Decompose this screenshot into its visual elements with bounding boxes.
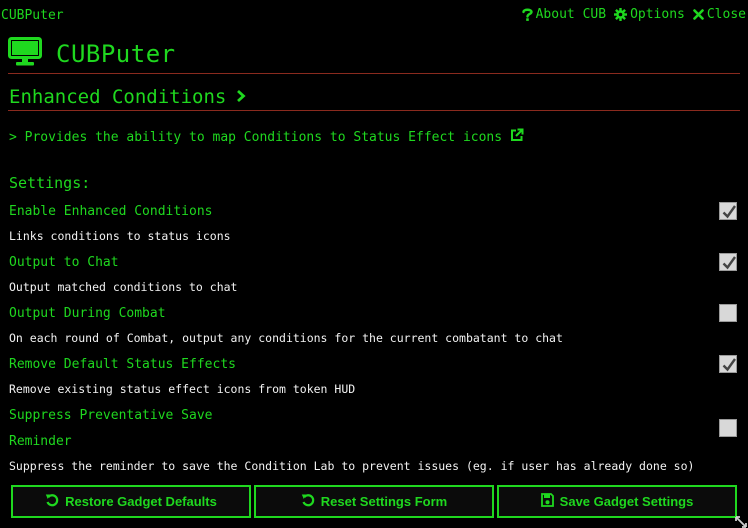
undo-icon: [301, 493, 315, 510]
close-label: Close: [706, 7, 746, 22]
checkbox-output-during-combat[interactable]: [719, 304, 737, 322]
settings-heading: Settings:: [9, 174, 91, 192]
window-title: CUBPuter: [1, 8, 64, 23]
setting-label-output-to-chat: Output to Chat: [9, 255, 119, 270]
setting-hint-output-to-chat: Output matched conditions to chat: [9, 280, 238, 294]
checkbox-output-to-chat[interactable]: [719, 253, 737, 271]
setting-label-enable-enhanced-conditions: Enable Enhanced Conditions: [9, 204, 213, 219]
gadget-header: Enhanced Conditions: [9, 86, 246, 108]
header-links: About CUB Options Close: [521, 7, 746, 22]
options-label: Options: [630, 7, 685, 22]
undo-icon: [45, 493, 59, 510]
app-header: CUBPuter: [8, 37, 176, 71]
check-icon: [722, 256, 736, 270]
setting-label-suppress-preventative-save-cont: Reminder: [9, 434, 72, 449]
external-link-icon: [510, 128, 524, 146]
gadget-divider: [8, 110, 740, 111]
setting-hint-enable-enhanced-conditions: Links conditions to status icons: [9, 229, 231, 243]
checkbox-enable-enhanced-conditions[interactable]: [719, 202, 737, 220]
about-cub-label: About CUB: [535, 7, 607, 22]
monitor-icon: [8, 37, 42, 71]
question-icon: [521, 8, 533, 21]
reset-settings-form-button[interactable]: Reset Settings Form: [254, 485, 494, 518]
close-icon: [693, 9, 704, 20]
setting-label-suppress-preventative-save: Suppress Preventative Save: [9, 408, 213, 423]
restore-gadget-defaults-button[interactable]: Restore Gadget Defaults: [11, 485, 251, 518]
resize-handle-icon[interactable]: [734, 514, 748, 528]
gadget-title: Enhanced Conditions: [9, 86, 227, 108]
close-link[interactable]: Close: [693, 7, 746, 22]
app-title: CUBPuter: [56, 40, 176, 68]
header-divider: [8, 73, 740, 74]
gadget-description: > Provides the ability to map Conditions…: [9, 129, 503, 145]
about-cub-link[interactable]: About CUB: [521, 7, 607, 22]
restore-gadget-defaults-label: Restore Gadget Defaults: [65, 494, 217, 509]
chevron-right-icon: [236, 88, 246, 107]
reset-settings-form-label: Reset Settings Form: [320, 494, 448, 509]
checkbox-remove-default-status-effects[interactable]: [719, 355, 737, 373]
setting-label-remove-default-status-effects: Remove Default Status Effects: [9, 357, 236, 372]
save-icon: [540, 493, 554, 510]
gear-icon: [614, 8, 628, 21]
gadget-description-link[interactable]: > Provides the ability to map Conditions…: [9, 128, 524, 146]
options-link[interactable]: Options: [614, 7, 685, 22]
check-icon: [722, 358, 736, 372]
setting-hint-remove-default-status-effects: Remove existing status effect icons from…: [9, 382, 356, 396]
check-icon: [722, 205, 736, 219]
setting-hint-suppress-preventative-save: Suppress the reminder to save the Condit…: [9, 459, 695, 473]
setting-label-output-during-combat: Output During Combat: [9, 306, 166, 321]
save-gadget-settings-button[interactable]: Save Gadget Settings: [497, 485, 737, 518]
checkbox-suppress-preventative-save[interactable]: [719, 419, 737, 437]
window-titlebar: CUBPuter About CUB Options Close: [0, 0, 748, 32]
save-gadget-settings-label: Save Gadget Settings: [559, 494, 694, 509]
setting-hint-output-during-combat: On each round of Combat, output any cond…: [9, 331, 563, 345]
